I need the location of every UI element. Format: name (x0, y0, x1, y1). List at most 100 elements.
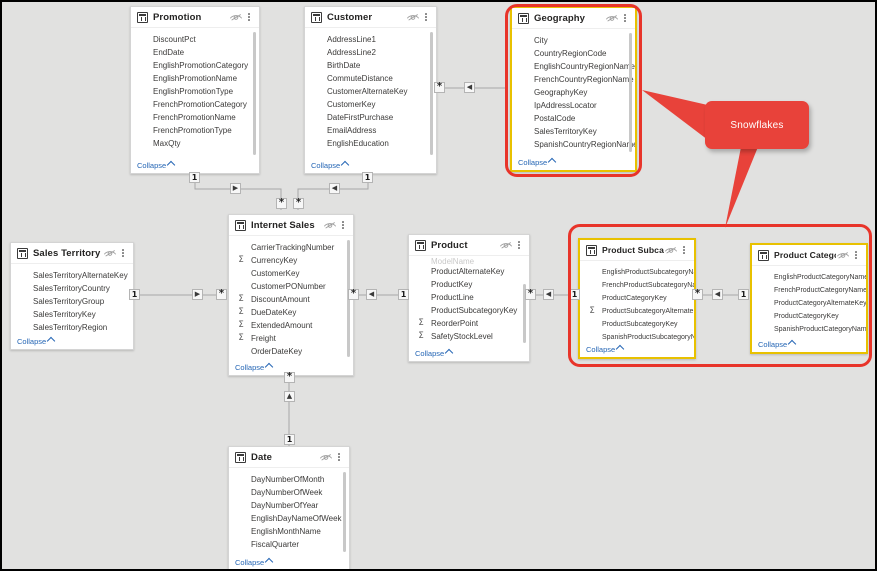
field-row[interactable]: EnglishEducation (305, 137, 436, 150)
field-row[interactable]: Σ DueDateKey (229, 306, 353, 319)
eye-icon[interactable] (323, 218, 338, 232)
field-row[interactable]: SalesTerritoryRegion (11, 321, 133, 333)
cardinality-one-product[interactable]: 1 (398, 289, 409, 300)
field-row[interactable]: FrenchProductSubcategoryName (580, 279, 694, 292)
field-list-date[interactable]: DayNumberOfMonth DayNumberOfWeek DayNumb… (229, 468, 349, 554)
field-row[interactable]: EmailAddress (305, 124, 436, 137)
field-row[interactable]: FrenchProductCategoryName (752, 284, 866, 297)
field-row[interactable]: BirthDate (305, 59, 436, 72)
collapse-button[interactable]: Collapse (415, 348, 454, 358)
field-row[interactable]: SalesTerritoryGroup (11, 295, 133, 308)
collapse-button[interactable]: Collapse (235, 557, 274, 567)
field-row[interactable]: EnglishProductCategoryName (752, 271, 866, 284)
cross-filter-arrow-left-geography[interactable]: ◀ (464, 82, 475, 93)
eye-icon[interactable] (406, 10, 421, 24)
field-row[interactable]: MaxQty (131, 137, 259, 150)
field-row[interactable]: PostalCode (512, 112, 635, 125)
table-header-promotion[interactable]: Promotion (131, 7, 259, 28)
field-row[interactable]: EnglishProductSubcategoryName (580, 266, 694, 279)
field-row[interactable]: CustomerPONumber (229, 280, 353, 293)
field-row[interactable]: EnglishPromotionType (131, 85, 259, 98)
field-row[interactable]: SalesTerritoryKey (11, 308, 133, 321)
cardinality-many-internet-sales-product[interactable]: * (348, 288, 359, 300)
cardinality-one-product-category[interactable]: 1 (738, 289, 749, 300)
cross-filter-arrow-left-subcategory[interactable]: ◀ (543, 289, 554, 300)
table-header-product[interactable]: Product (409, 235, 529, 256)
field-list-promotion[interactable]: DiscountPct EndDate EnglishPromotionCate… (131, 28, 259, 157)
field-row[interactable]: FrenchPromotionCategory (131, 98, 259, 111)
cross-filter-arrow-left[interactable]: ◀ (329, 183, 340, 194)
vertical-scrollbar[interactable] (629, 33, 632, 152)
field-row[interactable]: EnglishPromotionCategory (131, 59, 259, 72)
cardinality-one-customer[interactable]: 1 (362, 172, 373, 183)
collapse-button[interactable]: Collapse (586, 344, 625, 354)
collapse-button[interactable]: Collapse (137, 160, 176, 170)
eye-icon[interactable] (103, 246, 118, 260)
field-row[interactable]: Σ DiscountAmount (229, 293, 353, 306)
field-row[interactable]: CarrierTrackingNumber (229, 241, 353, 254)
eye-icon[interactable] (499, 238, 514, 252)
cardinality-many-product-subcategory[interactable]: * (525, 288, 536, 300)
field-row[interactable]: ProductCategoryKey (752, 310, 866, 323)
field-row[interactable]: EnglishPromotionName (131, 72, 259, 85)
field-row[interactable]: ProductCategoryAlternateKey (752, 297, 866, 310)
field-row[interactable]: CustomerKey (305, 98, 436, 111)
field-row[interactable]: ProductLine (409, 291, 529, 304)
field-row[interactable]: Σ Freight (229, 332, 353, 345)
field-row[interactable]: AddressLine1 (305, 33, 436, 46)
field-row[interactable]: Σ ReorderPoint (409, 317, 529, 330)
cardinality-many-internet-sales-territory[interactable]: * (216, 288, 227, 300)
field-list-internet-sales[interactable]: CarrierTrackingNumber Σ CurrencyKey Custo… (229, 236, 353, 359)
field-row[interactable]: Σ ProductSubcategoryAlternateKey (580, 305, 694, 318)
table-card-geography[interactable]: Geography City CountryRegionCode English… (510, 6, 637, 172)
cardinality-one-product-subcategory[interactable]: 1 (569, 289, 580, 300)
field-row[interactable]: Σ CurrencyKey (229, 254, 353, 267)
field-row[interactable]: GeographyKey (512, 86, 635, 99)
field-list-product-category[interactable]: EnglishProductCategoryName FrenchProduct… (752, 266, 866, 336)
table-card-sales-territory[interactable]: Sales Territory SalesTerritoryAlternateK… (10, 242, 134, 350)
cross-filter-arrow-up-date[interactable]: ▲ (284, 391, 295, 402)
table-header-customer[interactable]: Customer (305, 7, 436, 28)
eye-icon[interactable] (605, 11, 620, 25)
more-options-icon[interactable] (421, 10, 431, 24)
field-row[interactable]: OrderDateKey (229, 345, 353, 358)
more-options-icon[interactable] (118, 246, 128, 260)
cross-filter-arrow-right[interactable]: ▶ (230, 183, 241, 194)
field-row[interactable]: Σ ExtendedAmount (229, 319, 353, 332)
field-row[interactable]: ProductSubcategoryKey (409, 304, 529, 317)
vertical-scrollbar[interactable] (343, 472, 346, 552)
more-options-icon[interactable] (620, 11, 630, 25)
field-row[interactable]: DiscountPct (131, 33, 259, 46)
eye-icon[interactable] (229, 10, 244, 24)
cardinality-many-customer-geography[interactable]: * (434, 81, 445, 93)
collapse-button[interactable]: Collapse (235, 362, 274, 372)
table-card-customer[interactable]: Customer AddressLine1 AddressLine2 Birth… (304, 6, 437, 174)
vertical-scrollbar[interactable] (253, 32, 256, 155)
field-row[interactable]: IpAddressLocator (512, 99, 635, 112)
cardinality-one-sales-territory[interactable]: 1 (129, 289, 140, 300)
more-options-icon[interactable] (338, 218, 348, 232)
vertical-scrollbar[interactable] (430, 32, 433, 155)
table-header-sales-territory[interactable]: Sales Territory (11, 243, 133, 264)
field-row[interactable]: DateFirstPurchase (305, 111, 436, 124)
eye-icon[interactable] (319, 450, 334, 464)
field-row[interactable]: EnglishMonthName (229, 525, 349, 538)
field-row[interactable]: EnglishCountryRegionName (512, 60, 635, 73)
field-row[interactable]: SpanishProductCategoryName (752, 323, 866, 336)
cardinality-many-internet-sales-date[interactable]: * (284, 371, 295, 383)
field-row[interactable]: ProductCategoryKey (580, 292, 694, 305)
field-row[interactable]: ProductSubcategoryKey (580, 318, 694, 331)
field-row[interactable]: SalesTerritoryKey (512, 125, 635, 138)
field-list-sales-territory[interactable]: SalesTerritoryAlternateKey SalesTerritor… (11, 264, 133, 333)
cross-filter-arrow-left-category[interactable]: ◀ (712, 289, 723, 300)
field-row[interactable]: ProductAlternateKey (409, 265, 529, 278)
field-row[interactable]: FrenchCountryRegionName (512, 73, 635, 86)
table-card-date[interactable]: Date DayNumberOfMonth DayNumberOfWeek Da… (228, 446, 350, 569)
field-row[interactable]: CustomerAlternateKey (305, 85, 436, 98)
table-header-date[interactable]: Date (229, 447, 349, 468)
field-list-customer[interactable]: AddressLine1 AddressLine2 BirthDate Comm… (305, 28, 436, 157)
field-row[interactable]: DayNumberOfWeek (229, 486, 349, 499)
more-options-icon[interactable] (244, 10, 254, 24)
cardinality-one-promotion[interactable]: 1 (189, 172, 200, 183)
field-row[interactable]: CountryRegionCode (512, 47, 635, 60)
